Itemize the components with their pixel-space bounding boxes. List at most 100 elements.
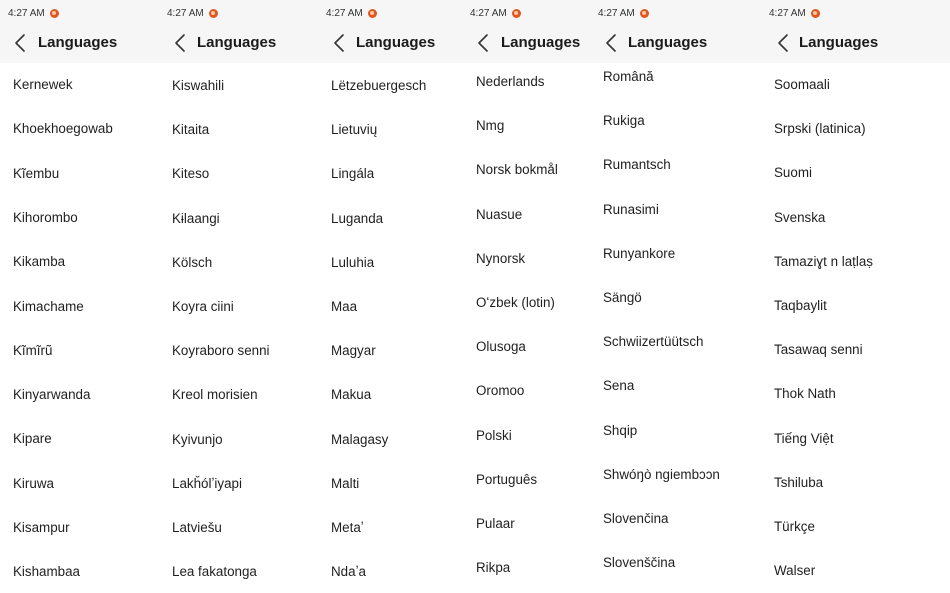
- language-list-item[interactable]: Magyar: [331, 342, 376, 360]
- status-time: 4:27 AM: [326, 7, 363, 19]
- language-list-item[interactable]: Norsk bokmål: [476, 161, 558, 179]
- language-screen-2: 4:27 AM Languages Kiswahili Kitaita Kiteso Kɨ…: [160, 0, 320, 593]
- language-list-item[interactable]: Koyra ciini: [172, 298, 234, 316]
- status-bar: 4:27 AM: [167, 6, 218, 20]
- language-list-item[interactable]: Lakȟólʼiyapi: [172, 475, 242, 493]
- language-list-item[interactable]: Oromoo: [476, 382, 524, 400]
- notification-dot-icon: [49, 8, 59, 18]
- chevron-left-icon: [777, 33, 789, 53]
- language-list-item[interactable]: Kimachame: [13, 298, 84, 316]
- status-bar: 4:27 AM: [326, 6, 377, 20]
- language-list-item[interactable]: Türkçe: [774, 518, 815, 536]
- page-title: Languages: [799, 34, 879, 51]
- language-list-item[interactable]: Nuasue: [476, 206, 522, 224]
- language-list-item[interactable]: Khoekhoegowab: [13, 120, 113, 138]
- language-list-item[interactable]: Kɨlaangi: [172, 210, 220, 228]
- language-list-item[interactable]: Suomi: [774, 164, 812, 182]
- language-list-item[interactable]: Ndaʼa: [331, 563, 366, 581]
- notification-dot-icon: [511, 8, 521, 18]
- language-screen-3: 4:27 AM Languages Lëtzebuergesch Lietuvių Li…: [320, 0, 464, 593]
- language-list-item[interactable]: Luganda: [331, 210, 383, 228]
- status-time: 4:27 AM: [167, 7, 204, 19]
- language-screen-5: 4:27 AM Languages Română Rukiga Rumantsch Run…: [592, 0, 762, 593]
- language-list-item[interactable]: Shwóŋò ngiembɔɔn: [603, 466, 720, 484]
- language-list-item[interactable]: Rikpa: [476, 559, 510, 577]
- language-list-item[interactable]: Latviešu: [172, 519, 222, 537]
- status-time: 4:27 AM: [598, 7, 635, 19]
- language-list-item[interactable]: Slovenščina: [603, 554, 675, 572]
- language-list-item[interactable]: Svenska: [774, 209, 825, 227]
- language-list-item[interactable]: Luluhia: [331, 254, 374, 272]
- back-button[interactable]: [605, 33, 617, 53]
- back-button[interactable]: [174, 33, 186, 53]
- back-button[interactable]: [14, 33, 26, 53]
- back-button[interactable]: [777, 33, 789, 53]
- language-list-item[interactable]: Maa: [331, 298, 357, 316]
- language-list-item[interactable]: Lingála: [331, 165, 374, 183]
- status-bar: 4:27 AM: [598, 6, 649, 20]
- language-list-item[interactable]: Sena: [603, 377, 634, 395]
- language-list-item[interactable]: Walser: [774, 562, 815, 580]
- notification-dot-icon: [208, 8, 218, 18]
- status-time: 4:27 AM: [769, 7, 806, 19]
- language-list-item[interactable]: Kipare: [13, 430, 52, 448]
- language-list-item[interactable]: Slovenčina: [603, 510, 669, 528]
- language-list-item[interactable]: Kitaita: [172, 121, 209, 139]
- language-list-item[interactable]: Kĩembu: [13, 165, 59, 183]
- language-list-item[interactable]: Kikamba: [13, 253, 65, 271]
- language-list-item[interactable]: Kölsch: [172, 254, 212, 272]
- language-list-item[interactable]: Tasawaq senni: [774, 341, 863, 359]
- language-list-item[interactable]: Kinyarwanda: [13, 386, 90, 404]
- language-list-item[interactable]: Português: [476, 471, 537, 489]
- language-list-item[interactable]: Kihorombo: [13, 209, 78, 227]
- language-list-item[interactable]: Lëtzebuergesch: [331, 77, 426, 95]
- chevron-left-icon: [174, 33, 186, 53]
- page-title: Languages: [38, 34, 118, 51]
- page-title: Languages: [356, 34, 436, 51]
- language-list-item[interactable]: Nynorsk: [476, 250, 525, 268]
- language-list-item[interactable]: Rukiga: [603, 112, 645, 130]
- language-list-item[interactable]: Rumantsch: [603, 156, 671, 174]
- language-list-item[interactable]: Tshiluba: [774, 474, 823, 492]
- language-list-item[interactable]: Runyankore: [603, 245, 675, 263]
- language-list-item[interactable]: Runasimi: [603, 201, 659, 219]
- language-list-item[interactable]: Sängö: [603, 289, 642, 307]
- language-list-item[interactable]: Olusoga: [476, 338, 526, 356]
- language-list-item[interactable]: Kiteso: [172, 165, 209, 183]
- language-list-item[interactable]: Kyivunjo: [172, 431, 223, 449]
- language-list-item[interactable]: Pulaar: [476, 515, 515, 533]
- language-list-item[interactable]: Soomaali: [774, 76, 830, 94]
- language-list-item[interactable]: Kreol morisien: [172, 386, 258, 404]
- page-title: Languages: [501, 34, 581, 51]
- language-list-item[interactable]: Kisampur: [13, 519, 70, 537]
- language-list-item[interactable]: Kiswahili: [172, 77, 224, 95]
- language-screen-1: 4:27 AM Languages Kernewek Khoekhoegowab Kĩe…: [0, 0, 160, 593]
- language-list-item[interactable]: Română: [603, 68, 654, 86]
- language-list-item[interactable]: Malagasy: [331, 431, 388, 449]
- language-list-item[interactable]: Shqip: [603, 422, 637, 440]
- language-list-item[interactable]: Schwiizertüütsch: [603, 333, 703, 351]
- language-list-item[interactable]: Koyraboro senni: [172, 342, 270, 360]
- language-list-item[interactable]: Lietuvių: [331, 121, 377, 139]
- status-bar: 4:27 AM: [470, 6, 521, 20]
- language-list-item[interactable]: Kernewek: [13, 76, 73, 94]
- language-list-item[interactable]: Oʻzbek (lotin): [476, 294, 555, 312]
- language-list-item[interactable]: Nederlands: [476, 73, 544, 91]
- language-list-item[interactable]: Makua: [331, 386, 371, 404]
- language-list-item[interactable]: Tamaziɣt n laṭlaṣ: [774, 253, 873, 271]
- language-list-item[interactable]: Lea fakatonga: [172, 563, 257, 581]
- language-list-item[interactable]: Srpski (latinica): [774, 120, 866, 138]
- language-list-item[interactable]: Thok Nath: [774, 385, 836, 403]
- language-list-item[interactable]: Malti: [331, 475, 359, 493]
- language-list-item[interactable]: Nmg: [476, 117, 504, 135]
- language-list-item[interactable]: Kĩmĩrũ: [13, 342, 52, 360]
- language-list-item[interactable]: Metaʼ: [331, 519, 364, 537]
- language-list-item[interactable]: Polski: [476, 427, 512, 445]
- language-list-item[interactable]: Kiruwa: [13, 475, 54, 493]
- language-list-item[interactable]: Tiếng Việt: [774, 430, 834, 448]
- language-list-item[interactable]: Taqbaylit: [774, 297, 827, 315]
- status-time: 4:27 AM: [8, 7, 45, 19]
- back-button[interactable]: [477, 33, 489, 53]
- language-list-item[interactable]: Kishambaa: [13, 563, 80, 581]
- back-button[interactable]: [333, 33, 345, 53]
